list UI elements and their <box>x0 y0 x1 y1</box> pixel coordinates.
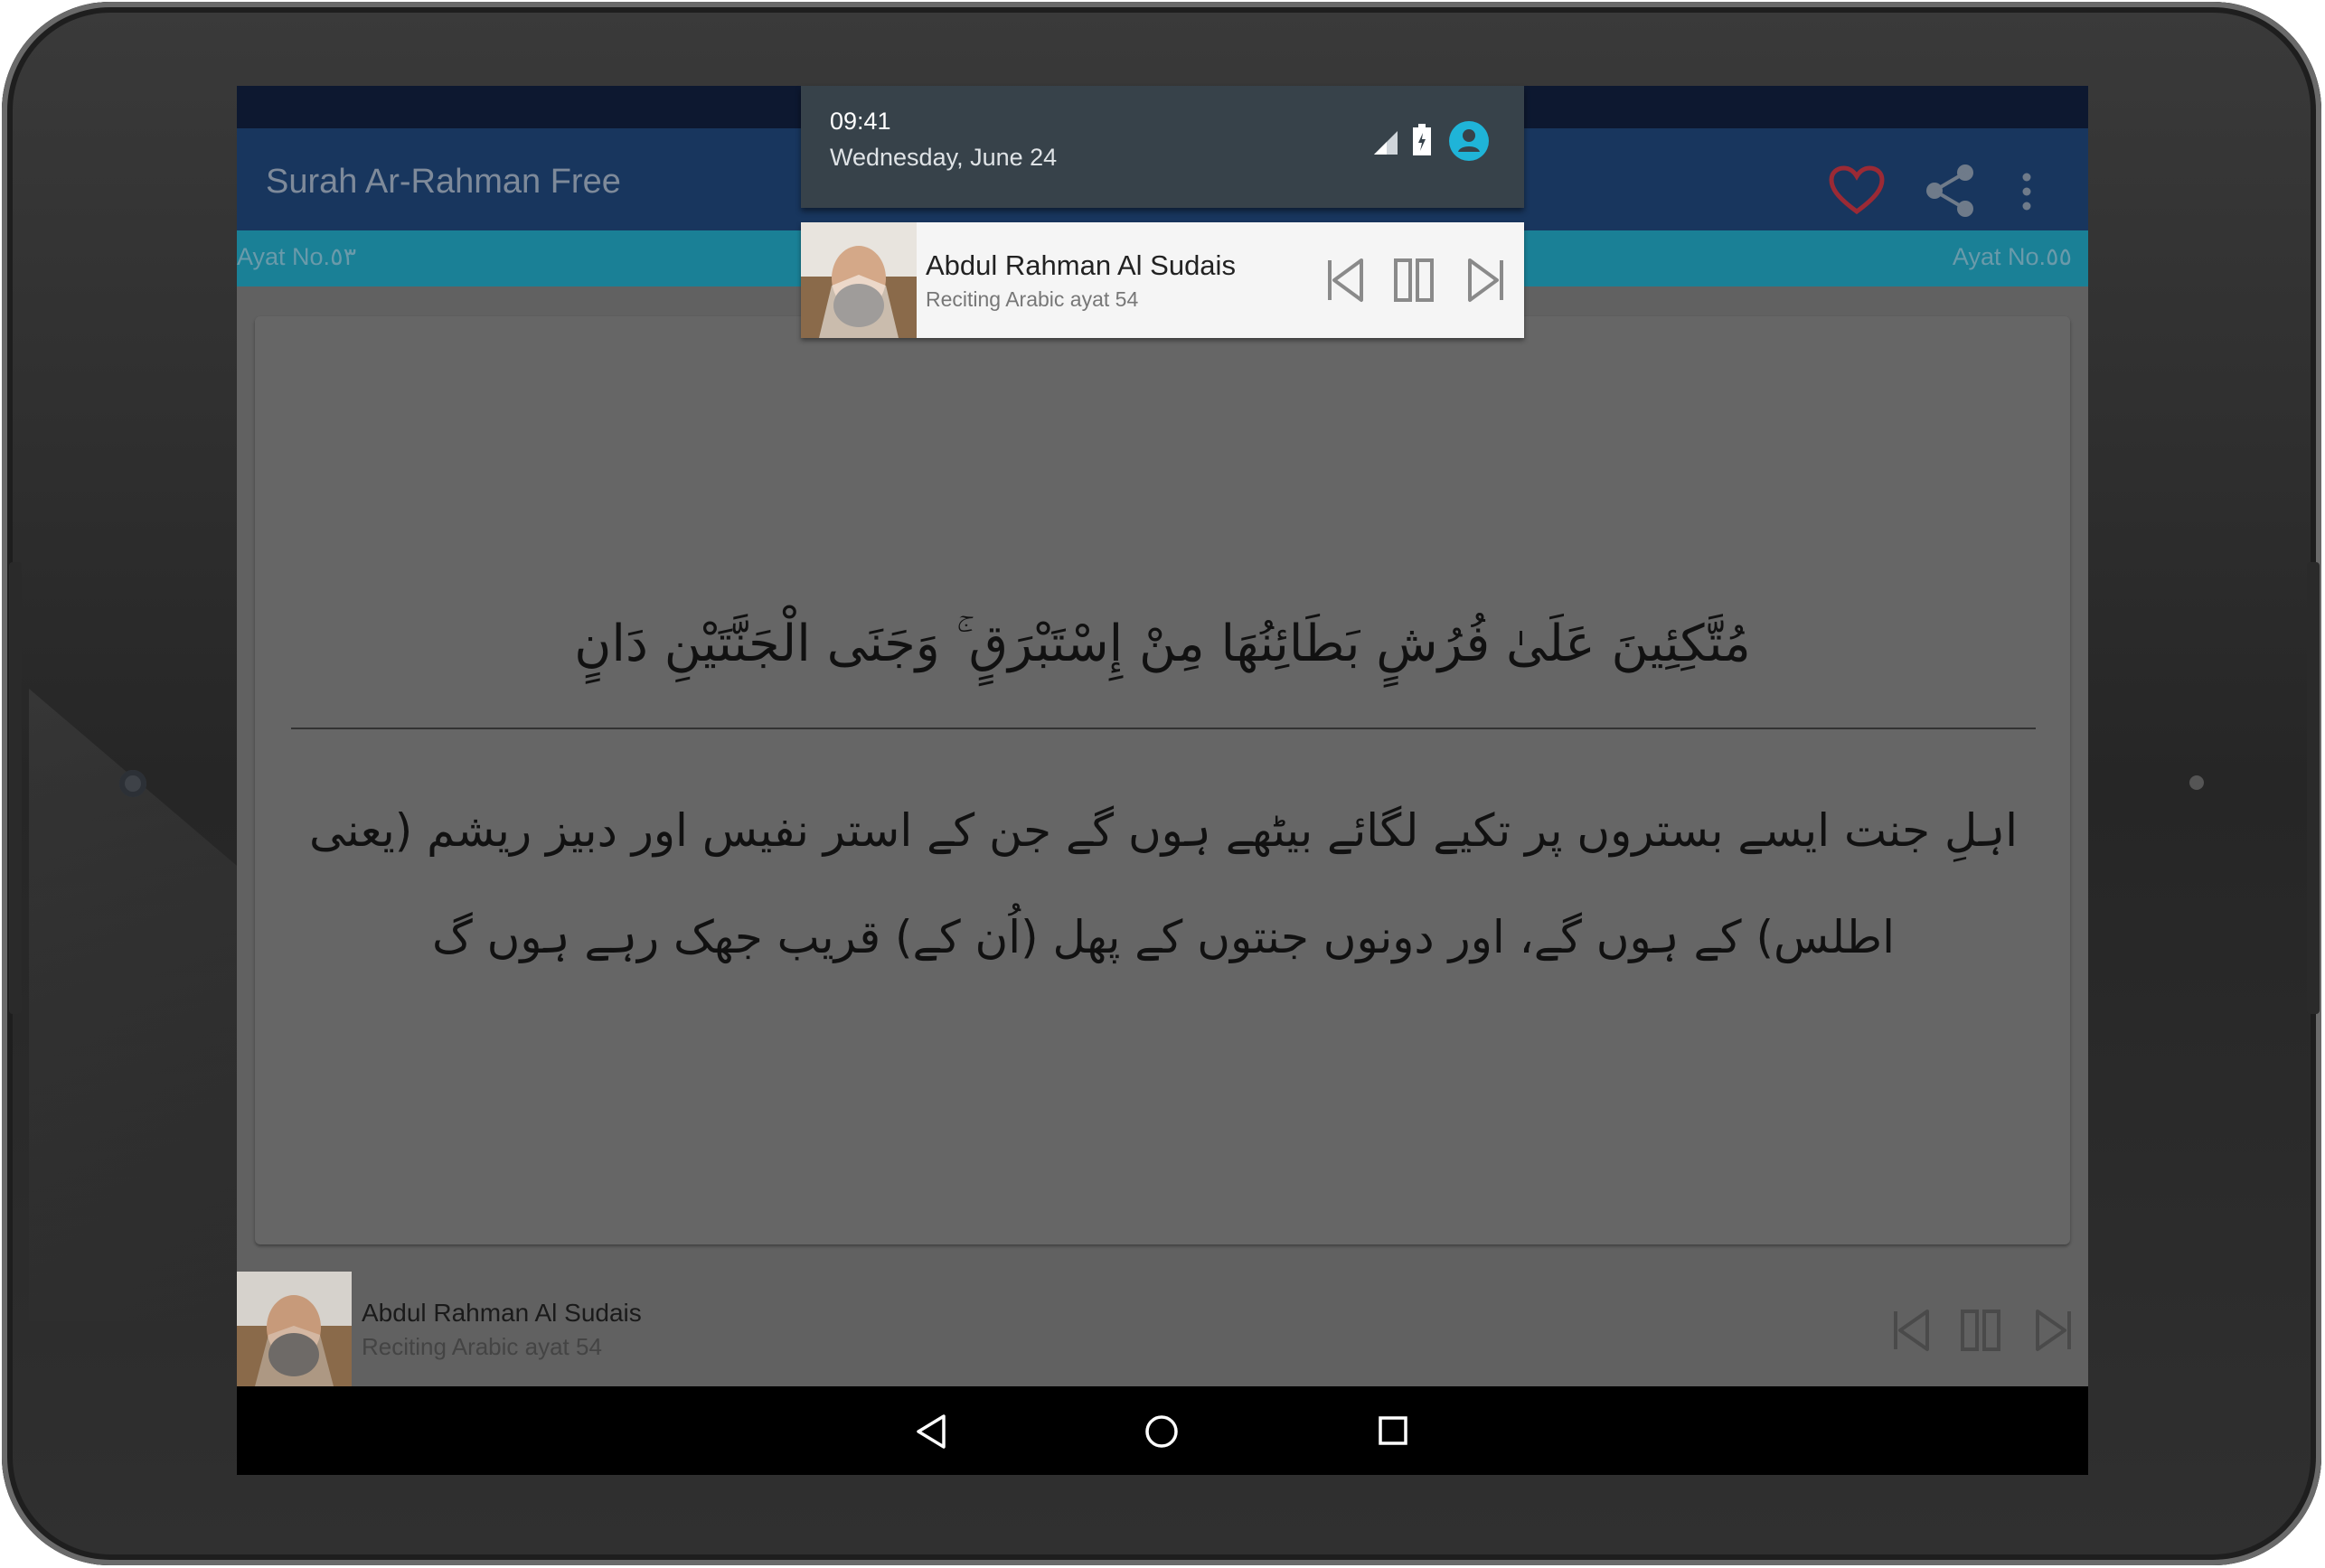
skip-next-icon[interactable] <box>1464 257 1506 304</box>
shade-clock: 09:41 <box>830 108 891 135</box>
urdu-translation: اہلِ جنت ایسے بستروں پر تکیے لگائے بیٹھے… <box>308 804 2019 963</box>
pause-icon[interactable] <box>1960 1308 2001 1353</box>
verse-card: مُتَّكِئِينَ عَلَىٰ فُرُشٍ بَطَائِنُهَا … <box>255 316 2070 1244</box>
side-button-left <box>9 562 22 1014</box>
navigation-bar <box>237 1386 2088 1475</box>
bottom-player[interactable]: Abdul Rahman Al Sudais Reciting Arabic a… <box>237 1272 2088 1386</box>
reciter-avatar <box>237 1272 352 1386</box>
skip-next-icon[interactable] <box>2032 1308 2074 1353</box>
notification-shade-header: 09:41 Wednesday, June 24 <box>801 86 1524 208</box>
share-icon[interactable] <box>1924 163 1976 219</box>
shade-date: Wednesday, June 24 <box>830 144 1058 171</box>
signal-icon <box>1374 131 1398 155</box>
more-vert-icon[interactable] <box>2021 172 2032 211</box>
arabic-verse: مُتَّكِئِينَ عَلَىٰ فُرُشٍ بَطَائِنُهَا … <box>574 615 1751 673</box>
front-camera <box>119 770 146 797</box>
previous-ayat-label[interactable]: Ayat No.٥٣ <box>237 243 356 271</box>
light-sensor <box>2189 775 2204 790</box>
nav-back-icon[interactable] <box>913 1413 949 1450</box>
battery-icon <box>1413 124 1431 155</box>
player-reciter-name: Abdul Rahman Al Sudais <box>362 1299 642 1327</box>
heart-icon[interactable] <box>1828 164 1886 215</box>
nav-recents-icon[interactable] <box>1378 1415 1408 1446</box>
nav-home-icon[interactable] <box>1144 1413 1180 1450</box>
user-avatar-icon[interactable] <box>1448 120 1490 162</box>
notification-reciter-name: Abdul Rahman Al Sudais <box>926 249 1236 281</box>
notification-reciter-avatar <box>801 222 917 338</box>
skip-previous-icon[interactable] <box>1325 257 1367 304</box>
pause-icon[interactable] <box>1393 257 1435 304</box>
app-title: Surah Ar-Rahman Free <box>266 163 621 201</box>
media-notification[interactable]: Abdul Rahman Al Sudais Reciting Arabic a… <box>801 222 1524 338</box>
skip-previous-icon[interactable] <box>1891 1308 1933 1353</box>
verse-divider <box>291 728 2036 729</box>
next-ayat-label[interactable]: Ayat No.٥٥ <box>1953 243 2072 271</box>
side-button-right <box>2307 562 2320 1014</box>
player-status: Reciting Arabic ayat 54 <box>362 1333 602 1360</box>
notification-status: Reciting Arabic ayat 54 <box>926 287 1139 311</box>
